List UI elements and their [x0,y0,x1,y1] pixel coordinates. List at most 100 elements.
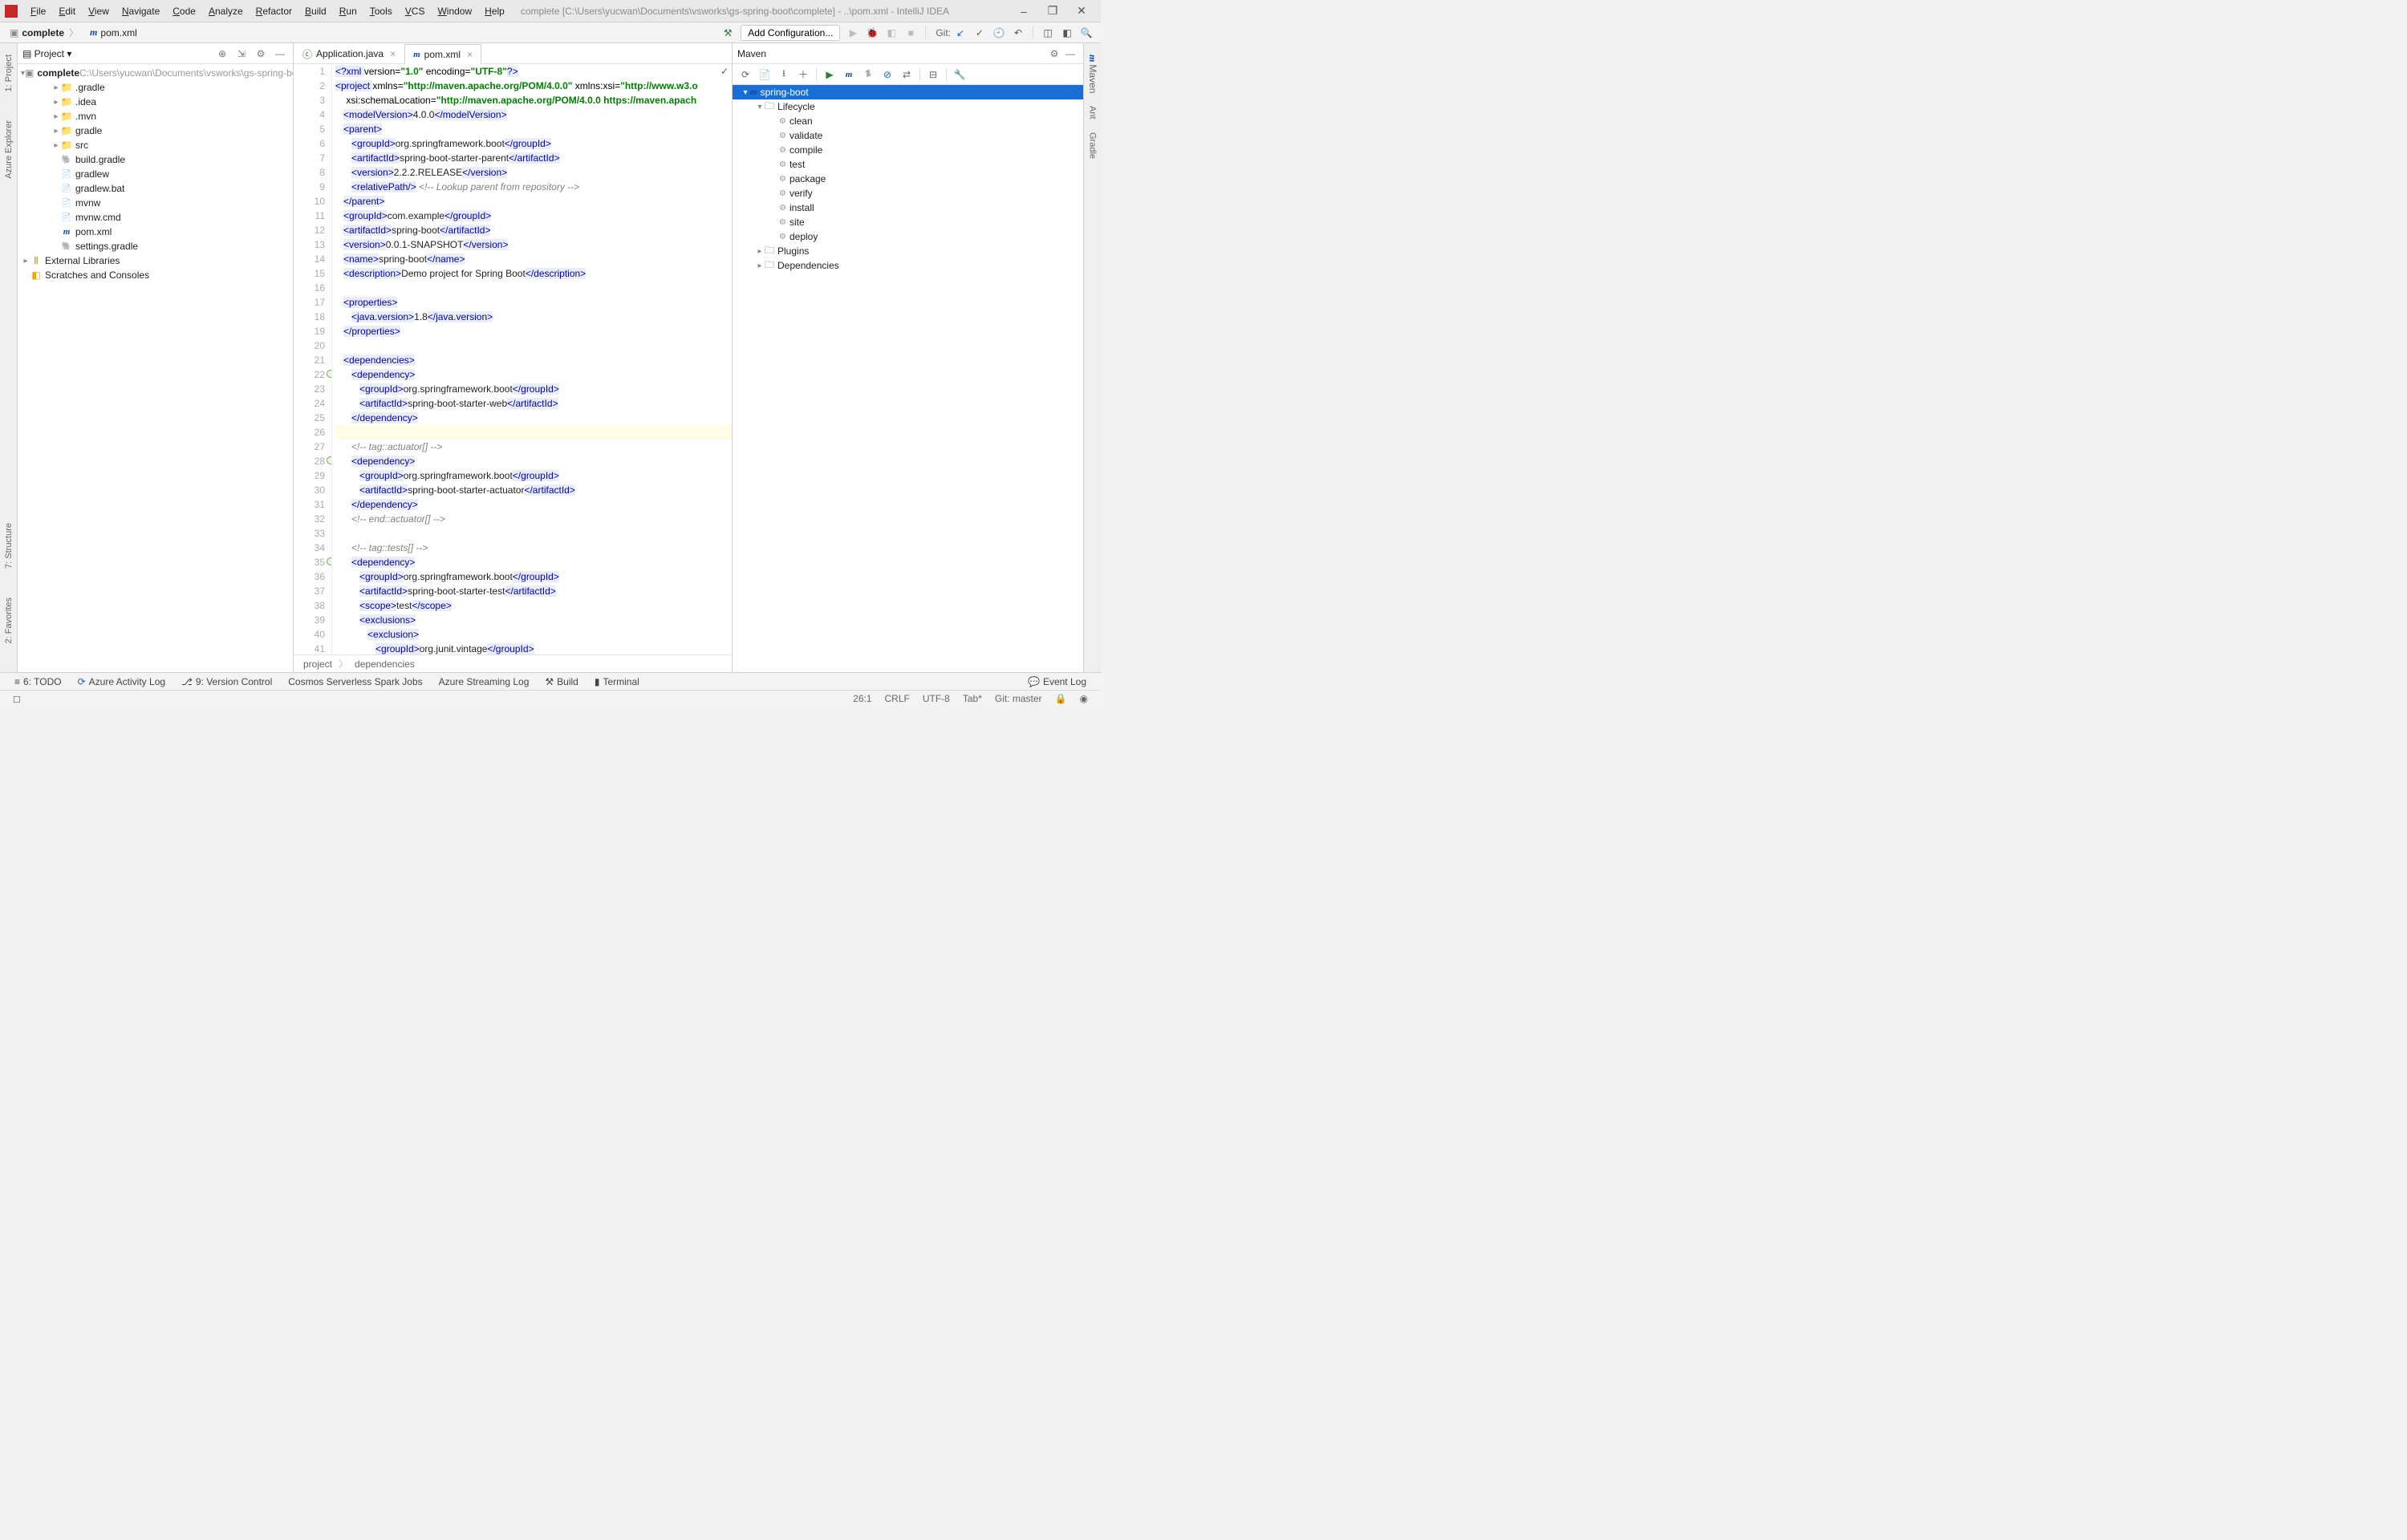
tree-item-mvnw-cmd[interactable]: 📄mvnw.cmd [18,210,293,225]
code-line[interactable]: <groupId>com.example</groupId> [335,209,732,223]
build-tab[interactable]: ⚒ Build [537,676,586,687]
memory-indicator-icon[interactable]: ◉ [1074,693,1094,704]
lock-icon[interactable]: 🔒 [1049,693,1074,704]
code-line[interactable]: <description>Demo project for Spring Boo… [335,266,732,281]
maven-phase-test[interactable]: ⚙test [733,157,1083,172]
code-line[interactable]: <artifactId>spring-boot-starter-web</art… [335,396,732,411]
tab-application-java[interactable]: ⓒApplication.java× [294,43,404,63]
editor-breadcrumbs[interactable]: project〉dependencies [294,654,732,672]
code-line[interactable]: <groupId>org.springframework.boot</group… [335,468,732,483]
code-line[interactable]: <project xmlns="http://maven.apache.org/… [335,79,732,93]
tree-item-build-gradle[interactable]: 🐘build.gradle [18,152,293,167]
indent-setting[interactable]: Tab* [956,693,988,704]
menu-edit[interactable]: Edit [52,6,82,17]
menu-help[interactable]: Help [478,6,511,17]
hide-maven-icon[interactable]: — [1062,48,1078,59]
download-sources-icon[interactable]: ⭳ [774,66,794,83]
code-line[interactable]: <scope>test</scope> [335,598,732,613]
code-editor[interactable]: 1234567891011121314151617181920212223242… [294,64,732,654]
tree-external-libraries[interactable]: ▸⫴External Libraries [18,253,293,268]
debug-icon[interactable]: 🐞 [863,27,882,38]
menu-window[interactable]: Window [431,6,478,17]
menu-file[interactable]: File [24,6,52,17]
code-line[interactable]: <groupId>org.springframework.boot</group… [335,569,732,584]
git-update-icon[interactable]: ↙ [951,27,970,38]
maven-phase-site[interactable]: ⚙site [733,215,1083,229]
code-line[interactable]: <dependency> [335,555,732,569]
ide-misc-icon[interactable]: ◧ [1057,27,1077,38]
code-line[interactable]: <!-- tag::tests[] --> [335,541,732,555]
code-line[interactable]: <groupId>org.springframework.boot</group… [335,382,732,396]
code-line[interactable]: </dependency> [335,497,732,512]
code-line[interactable] [335,338,732,353]
tree-item-pom-xml[interactable]: mpom.xml [18,225,293,239]
code-line[interactable]: <name>spring-boot</name> [335,252,732,266]
tree-item-src[interactable]: ▸📁src [18,138,293,152]
git-commit-icon[interactable]: ✓ [970,27,989,38]
code-line[interactable]: <artifactId>spring-boot-starter-actuator… [335,483,732,497]
code-line[interactable]: <groupId>org.junit.vintage</groupId> [335,642,732,654]
code-line[interactable]: <!-- tag::actuator[] --> [335,440,732,454]
run-maven-icon[interactable]: ▶ [820,66,839,83]
code-line[interactable] [335,425,732,440]
status-icon[interactable]: ◻ [6,693,27,704]
maximize-button[interactable]: ❐ [1038,4,1067,18]
sidetab-maven[interactable]: m Maven [1086,55,1098,93]
code-line[interactable]: <relativePath/> <!-- Lookup parent from … [335,180,732,194]
menu-vcs[interactable]: VCS [399,6,432,17]
hide-panel-icon[interactable]: — [272,48,288,59]
code-line[interactable]: <exclusion> [335,627,732,642]
tab-pom-xml[interactable]: mpom.xml× [404,44,481,64]
tree-root[interactable]: ▾▣complete C:\Users\yucwan\Documents\vsw… [18,66,293,80]
code-line[interactable]: <exclusions> [335,613,732,627]
git-history-icon[interactable]: 🕘 [989,27,1009,38]
minimize-button[interactable]: – [1009,5,1038,18]
terminal-tab[interactable]: ▮ Terminal [587,676,647,687]
sidetab-project[interactable]: 1: Project [4,55,14,91]
menu-code[interactable]: Code [166,6,202,17]
stop-icon[interactable]: ■ [901,27,920,38]
git-branch[interactable]: Git: master [988,693,1049,704]
tree-item--mvn[interactable]: ▸📁.mvn [18,109,293,124]
code-line[interactable]: <?xml version="1.0" encoding="UTF-8"?> [335,64,732,79]
code-line[interactable] [335,526,732,541]
tree-item--gradle[interactable]: ▸📁.gradle [18,80,293,95]
maven-lifecycle[interactable]: ▾🗀Lifecycle [733,99,1083,114]
settings-gear-icon[interactable]: ⚙ [253,48,269,59]
breadcrumb-file[interactable]: mpom.xml [85,26,142,38]
code-line[interactable]: </parent> [335,194,732,209]
add-project-icon[interactable]: ＋ [794,66,813,83]
menu-run[interactable]: Run [333,6,363,17]
code-line[interactable]: <dependency> [335,367,732,382]
code-line[interactable]: <modelVersion>4.0.0</modelVersion> [335,107,732,122]
code-line[interactable]: </properties> [335,324,732,338]
sidetab-ant[interactable]: Ant [1088,106,1098,120]
sidetab-favorites[interactable]: 2: Favorites [4,598,14,643]
project-view-dropdown[interactable]: ▤ Project ▾ [22,48,71,59]
code-line[interactable]: <version>2.2.2.RELEASE</version> [335,165,732,180]
menu-navigate[interactable]: Navigate [116,6,166,17]
line-separator[interactable]: CRLF [879,693,916,704]
spring-gutter-icon[interactable] [327,370,332,378]
reimport-icon[interactable]: ⟳ [736,66,755,83]
sidetab-azure-explorer[interactable]: Azure Explorer [4,120,14,179]
version-control-tab[interactable]: ⎇ 9: Version Control [173,676,280,687]
execute-goal-icon[interactable]: m [839,66,858,83]
coverage-icon[interactable]: ◧ [882,27,901,38]
code-line[interactable]: <!-- end::actuator[] --> [335,512,732,526]
event-log-tab[interactable]: 💬 Event Log [1020,676,1094,687]
spring-gutter-icon[interactable] [327,456,332,464]
git-revert-icon[interactable]: ↶ [1009,27,1028,38]
maven-settings-gear-icon[interactable]: ⚙ [1046,48,1062,59]
maven-phase-verify[interactable]: ⚙verify [733,186,1083,201]
generate-sources-icon[interactable]: 📄 [755,66,774,83]
close-tab-icon[interactable]: × [467,49,473,60]
tree-item-mvnw[interactable]: 📄mvnw [18,196,293,210]
code-line[interactable]: <artifactId>spring-boot-starter-parent</… [335,151,732,165]
code-line[interactable]: <groupId>org.springframework.boot</group… [335,136,732,151]
code-line[interactable]: <dependency> [335,454,732,468]
maven-phase-validate[interactable]: ⚙validate [733,128,1083,143]
maven-phase-install[interactable]: ⚙install [733,201,1083,215]
toggle-offline-icon[interactable]: ⥮ [858,66,878,83]
sidetab-structure[interactable]: 7: Structure [4,523,14,569]
